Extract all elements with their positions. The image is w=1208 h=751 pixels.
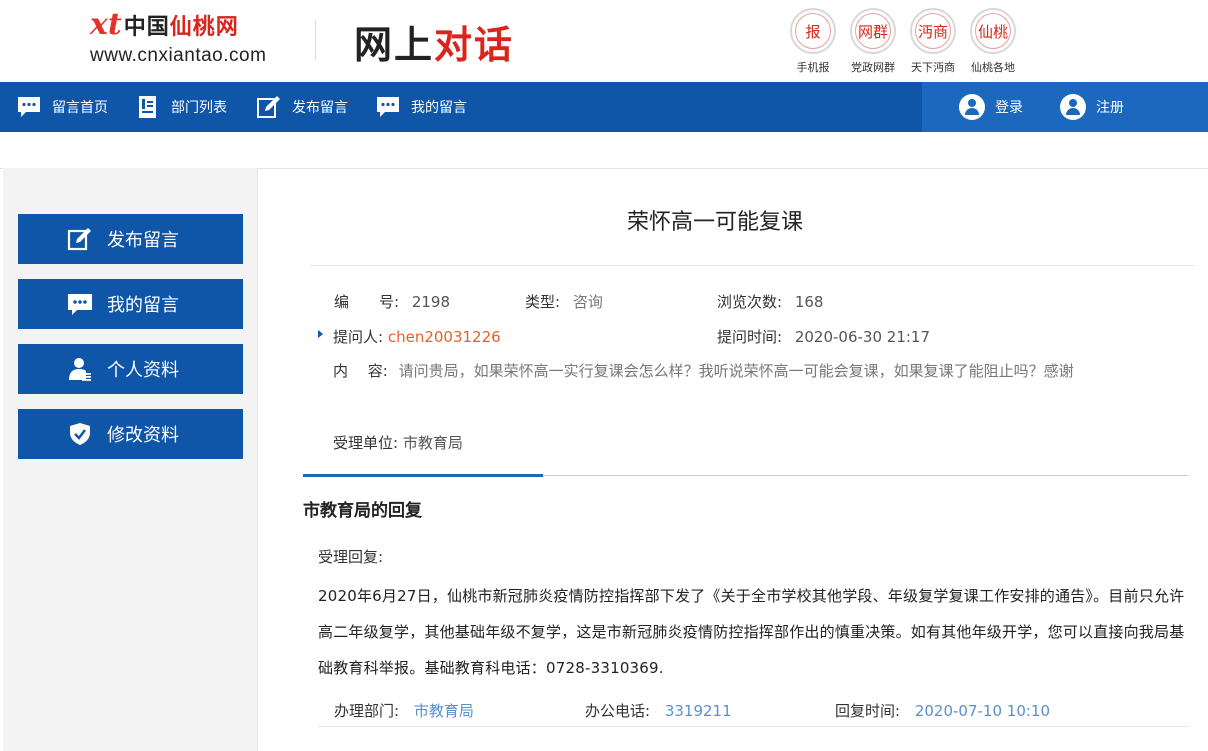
time-label: 提问时间: [717,328,783,346]
site-header: xt 中国仙桃网 www.cnxiantao.com 网上对话 报 手机报 网群… [0,0,1208,82]
nav-item-my-messages[interactable]: 我的留言 [375,82,467,132]
nav-item-label: 我的留言 [411,100,467,116]
sidebar-item-label: 个人资料 [107,360,179,381]
list-icon [139,96,156,118]
sidebar-item-label: 发布留言 [107,230,179,251]
sidebar-item-label: 我的留言 [107,295,179,316]
reply-label: 受理回复: [318,548,384,566]
content-text: 请问贵局，如果荣怀高一实行复课会怎么样？我听说荣怀高一可能会复课，如果复课了能阻… [398,362,1074,380]
reply-title: 市教育局的回复 [303,501,422,521]
logo-mark: xt [90,7,122,42]
unit-value: 市教育局 [402,434,463,452]
quick-link-xiantao-regions[interactable]: 仙桃 仙桃各地 [963,8,1023,75]
quick-link-label: 手机报 [796,61,830,74]
quick-link-mianshang[interactable]: 沔商 天下沔商 [903,8,963,75]
nav-item-post[interactable]: 发布留言 [256,82,348,132]
reply-time-value: 2020-07-10 10:10 [914,702,1051,720]
nav-item-label: 发布留言 [292,100,348,116]
login-label: 登录 [995,100,1023,116]
views-value: 168 [794,293,824,311]
user-icon [69,358,91,381]
dept-label: 办理部门: [334,702,400,720]
chat-icon [377,97,399,117]
reply-phone: 办公电话: 3319211 [585,700,732,721]
shield-icon [70,423,90,445]
logo-separator [315,20,316,60]
message-title: 荣怀高一可能复课 [626,210,803,235]
logo-url: www.cnxiantao.com [90,45,267,66]
message-number: 编 号: 2198 [334,291,450,312]
reply-body: 2020年6月27日，仙桃市新冠肺炎疫情防控指挥部下发了《关于全市学校其他学段、… [318,587,1185,677]
quick-link-label: 天下沔商 [911,61,955,74]
chat-icon [18,97,40,117]
caret-right-icon [318,330,323,338]
register-button[interactable]: 注册 [1060,82,1124,132]
logo-name-red: 仙桃网 [169,15,239,40]
unit-label: 受理单位: [333,434,399,452]
content-label: 内 容: [333,362,388,380]
type-label: 类型: [525,293,561,311]
time-value: 2020-06-30 21:17 [794,328,931,346]
sidebar-item-my-messages[interactable]: 我的留言 [18,279,243,329]
quick-link-badge: 网群 [850,8,896,54]
quick-link-label: 仙桃各地 [971,61,1015,74]
nav-item-label: 部门列表 [171,100,227,116]
title-divider [310,265,1195,266]
site-title-black: 网上 [354,22,435,67]
views-label: 浏览次数: [717,293,783,311]
edit-icon [67,228,91,251]
nav-item-home[interactable]: 留言首页 [16,82,108,132]
user-icon [959,94,985,120]
quick-link-mobile-paper[interactable]: 报 手机报 [783,8,843,75]
site-logo[interactable]: xt 中国仙桃网 www.cnxiantao.com [90,8,290,70]
asker-label: 提问人: [333,328,384,346]
main-nav: 留言首页 部门列表 发布留言 我的留言 登录 注册 [0,82,1208,132]
number-value: 2198 [411,293,451,311]
message-unit: 受理单位: 市教育局 [333,432,463,453]
nav-item-label: 留言首页 [52,100,108,116]
phone-label: 办公电话: [585,702,651,720]
reply-divider-accent [303,474,543,477]
sidebar-item-post[interactable]: 发布留言 [18,214,243,264]
sidebar-item-label: 修改资料 [107,425,179,446]
message-views: 浏览次数: 168 [717,291,823,312]
sidebar: 发布留言 我的留言 个人资料 修改资料 [3,168,258,751]
quick-link-label: 党政网群 [851,61,895,74]
number-label: 编 号: [334,293,400,311]
logo-name-black: 中国 [123,15,170,40]
sidebar-item-profile[interactable]: 个人资料 [18,344,243,394]
quick-link-badge: 沔商 [910,8,956,54]
account-area: 登录 注册 [922,82,1208,132]
reply-footer-divider [318,726,1188,727]
sidebar-item-edit-profile[interactable]: 修改资料 [18,409,243,459]
message-type: 类型: 咨询 [525,291,603,312]
message-content: 内 容: 请问贵局，如果荣怀高一实行复课会怎么样？我听说荣怀高一可能会复课，如果… [333,360,1074,381]
site-title-red: 对话 [434,22,515,67]
type-value: 咨询 [572,293,603,311]
message-asker: 提问人: chen20031226 [333,326,501,347]
quick-link-gov-sites[interactable]: 网群 党政网群 [843,8,903,75]
login-button[interactable]: 登录 [959,82,1023,132]
asker-name[interactable]: chen20031226 [388,328,501,346]
phone-value: 3319211 [664,702,732,720]
message-time: 提问时间: 2020-06-30 21:17 [717,326,930,347]
dept-value[interactable]: 市教育局 [414,702,474,720]
site-title: 网上对话 [354,14,514,69]
logo-name: 中国仙桃网 [124,9,239,41]
edit-icon [257,96,280,118]
reply-dept: 办理部门: 市教育局 [334,700,474,721]
chat-icon [68,294,92,315]
quick-link-badge: 仙桃 [970,8,1016,54]
reply-time-label: 回复时间: [835,702,901,720]
register-label: 注册 [1096,100,1124,116]
reply-time: 回复时间: 2020-07-10 10:10 [835,700,1050,721]
quick-link-badge: 报 [790,8,836,54]
nav-item-departments[interactable]: 部门列表 [135,82,227,132]
quick-links: 报 手机报 网群 党政网群 沔商 天下沔商 仙桃 仙桃各地 [783,8,1023,75]
user-add-icon [1060,94,1086,120]
